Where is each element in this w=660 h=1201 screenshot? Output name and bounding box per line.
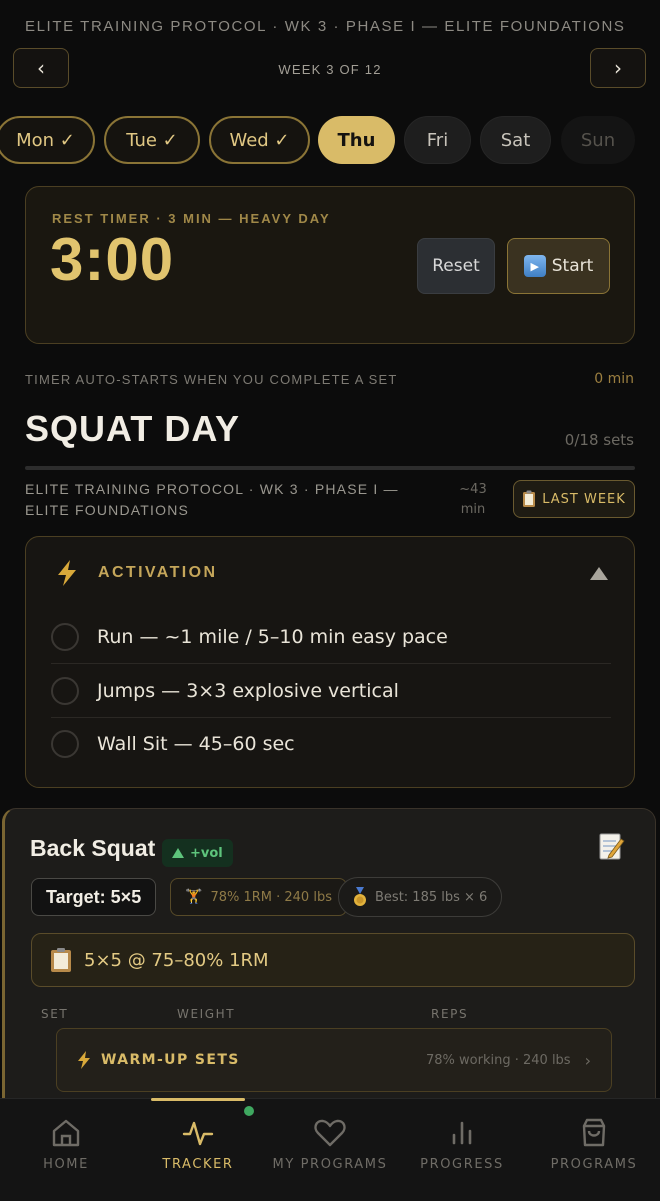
activation-item-label: Jumps — 3×3 explosive vertical (97, 679, 399, 702)
exercise-card: Back Squat +vol Target: 5×5 🏋 78% 1RM · … (2, 808, 656, 1128)
pulse-icon (182, 1121, 214, 1146)
intensity-label: 78% 1RM · 240 lbs (210, 889, 332, 905)
day-tab-thu[interactable]: Thu (318, 116, 395, 164)
home-icon (52, 1119, 80, 1147)
bottom-nav: HOME TRACKER MY PROGRAMS PROGRESS PROGRA… (0, 1098, 660, 1201)
column-header-reps: REPS (431, 1007, 469, 1021)
target-pill: Target: 5×5 (31, 878, 157, 916)
day-tab-wed[interactable]: Wed ✓ (209, 116, 310, 164)
column-header-set: SET (41, 1007, 69, 1021)
clipboard-icon (523, 490, 536, 507)
chevron-right-icon: › (584, 1050, 591, 1070)
day-tab-mon[interactable]: Mon ✓ (0, 116, 95, 164)
checkbox-circle[interactable] (51, 729, 79, 758)
lightning-icon (58, 560, 76, 586)
week-label: WEEK 3 OF 12 (278, 62, 382, 77)
active-tab-indicator (151, 1098, 245, 1101)
dumbbell-icon: 🏋 (185, 889, 203, 905)
nav-item-home[interactable]: HOME (0, 1099, 132, 1201)
medal-icon (354, 887, 366, 906)
elapsed-minutes: 0 min (594, 371, 634, 387)
heart-icon (314, 1119, 346, 1147)
session-progress-bar (25, 466, 635, 470)
best-label: Best: 185 lbs × 6 (375, 889, 488, 905)
set-scheme-label: 5×5 @ 75–80% 1RM (84, 949, 269, 971)
shopping-bag-icon (582, 1118, 606, 1147)
day-tab-sat[interactable]: Sat (480, 116, 551, 164)
timer-label: REST TIMER · 3 MIN — HEAVY DAY (52, 211, 331, 226)
activation-card[interactable]: ACTIVATION Run — ~1 mile / 5–10 min easy… (25, 536, 635, 788)
notes-icon[interactable] (599, 831, 625, 861)
activation-title: ACTIVATION (98, 564, 218, 581)
warmup-label: WARM-UP SETS (101, 1052, 240, 1068)
last-week-label: LAST WEEK (542, 491, 626, 507)
play-icon: ▶ (523, 255, 546, 277)
activation-item-label: Run — ~1 mile / 5–10 min easy pace (97, 625, 448, 648)
intensity-pill: 🏋 78% 1RM · 240 lbs (170, 878, 347, 916)
bar-chart-icon (452, 1121, 472, 1145)
best-pill: Best: 185 lbs × 6 (338, 877, 503, 917)
session-protocol: ELITE TRAINING PROTOCOL · WK 3 · PHASE I… (25, 481, 399, 518)
start-button[interactable]: ▶ Start (507, 238, 610, 294)
nav-item-my-programs[interactable]: MY PROGRAMS (264, 1099, 396, 1201)
session-duration: ~43 min (459, 482, 487, 517)
nav-label: PROGRESS (420, 1157, 504, 1172)
column-header-weight: WEIGHT (177, 1007, 236, 1021)
up-triangle-icon (172, 848, 184, 858)
reset-label: Reset (432, 256, 480, 276)
day-tab-fri[interactable]: Fri (404, 116, 471, 164)
next-week-button[interactable]: › (590, 48, 646, 88)
lightning-icon (78, 1051, 90, 1069)
protocol-title: ELITE TRAINING PROTOCOL · WK 3 · PHASE I… (25, 18, 626, 35)
clipboard-icon (51, 948, 71, 972)
nav-label: HOME (43, 1157, 89, 1172)
warmup-info: 78% working · 240 lbs (426, 1052, 571, 1068)
nav-label: PROGRAMS (550, 1157, 638, 1172)
sets-count: 0/18 sets (564, 431, 634, 449)
checkbox-circle[interactable] (51, 676, 79, 705)
rest-timer-card: REST TIMER · 3 MIN — HEAVY DAY 3:00 Rese… (25, 186, 635, 344)
checkbox-circle[interactable] (51, 622, 79, 651)
activation-item[interactable]: Run — ~1 mile / 5–10 min easy pace (51, 610, 611, 664)
volume-badge-label: +vol (190, 845, 223, 861)
exercise-name: Back Squat (30, 835, 156, 861)
nav-item-tracker[interactable]: TRACKER (132, 1099, 264, 1201)
activation-item-label: Wall Sit — 45–60 sec (97, 732, 295, 755)
page-title: SQUAT DAY (25, 408, 241, 449)
start-label: Start (551, 256, 594, 276)
notification-dot (244, 1106, 254, 1116)
volume-badge: +vol (162, 839, 233, 867)
nav-item-progress[interactable]: PROGRESS (396, 1099, 528, 1201)
last-week-button[interactable]: LAST WEEK (513, 480, 635, 518)
day-tab-sun[interactable]: Sun (561, 116, 635, 164)
activation-item[interactable]: Jumps — 3×3 explosive vertical (51, 664, 611, 718)
timer-auto-note: TIMER AUTO-STARTS WHEN YOU COMPLETE A SE… (25, 372, 398, 387)
nav-label: TRACKER (162, 1157, 234, 1172)
warmup-sets-row[interactable]: WARM-UP SETS 78% working · 240 lbs › (56, 1028, 612, 1092)
reset-button[interactable]: Reset (417, 238, 495, 294)
collapse-icon[interactable] (590, 567, 608, 580)
set-scheme: 5×5 @ 75–80% 1RM (31, 933, 635, 987)
activation-item[interactable]: Wall Sit — 45–60 sec (51, 717, 611, 770)
nav-label: MY PROGRAMS (272, 1157, 388, 1172)
timer-value: 3:00 (50, 226, 175, 293)
chevron-right-icon: › (614, 56, 622, 80)
day-tab-tue[interactable]: Tue ✓ (104, 116, 200, 164)
nav-item-programs[interactable]: PROGRAMS (528, 1099, 660, 1201)
